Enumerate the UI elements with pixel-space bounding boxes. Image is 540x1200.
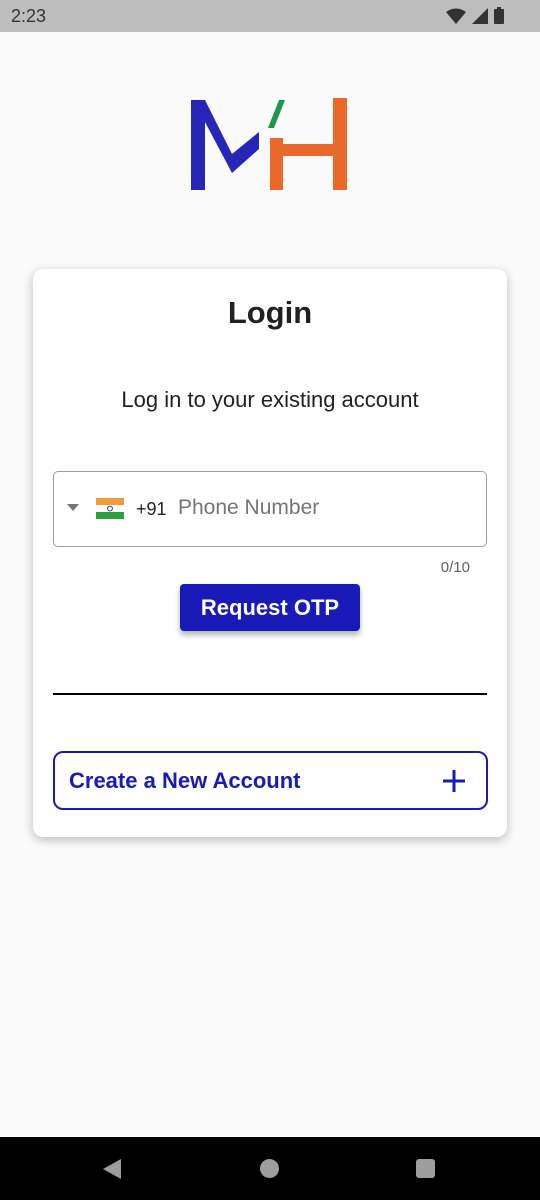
divider (53, 693, 487, 695)
india-flag-icon[interactable] (96, 498, 124, 519)
status-icons (446, 7, 504, 24)
create-account-label: Create a New Account (69, 768, 301, 793)
login-card: Login Log in to your existing account +9… (33, 269, 507, 837)
card-subtitle: Log in to your existing account (121, 387, 419, 412)
card-title: Login (227, 295, 313, 330)
back-icon[interactable] (103, 1159, 123, 1179)
app-logo (191, 98, 347, 190)
request-otp-label: Request OTP (200, 594, 340, 620)
request-otp-button[interactable]: Request OTP (180, 584, 360, 631)
create-account-button[interactable]: Create a New Account (53, 751, 488, 810)
status-time: 2:23 (11, 6, 47, 26)
wifi-icon (446, 8, 466, 24)
phone-number-input[interactable]: Phone Number (178, 496, 319, 520)
recents-icon[interactable] (416, 1159, 435, 1178)
plus-icon (443, 770, 465, 792)
phone-number-field[interactable]: +91 Phone Number (53, 471, 487, 547)
chevron-down-icon[interactable] (67, 504, 79, 511)
home-icon[interactable] (260, 1159, 279, 1178)
character-counter: 0/10 (440, 559, 470, 576)
signal-icon (472, 7, 488, 24)
battery-icon (494, 7, 504, 24)
country-dial-code: +91 (136, 499, 167, 519)
status-bar: 2:23 (0, 0, 540, 32)
navigation-bar (0, 1137, 540, 1200)
